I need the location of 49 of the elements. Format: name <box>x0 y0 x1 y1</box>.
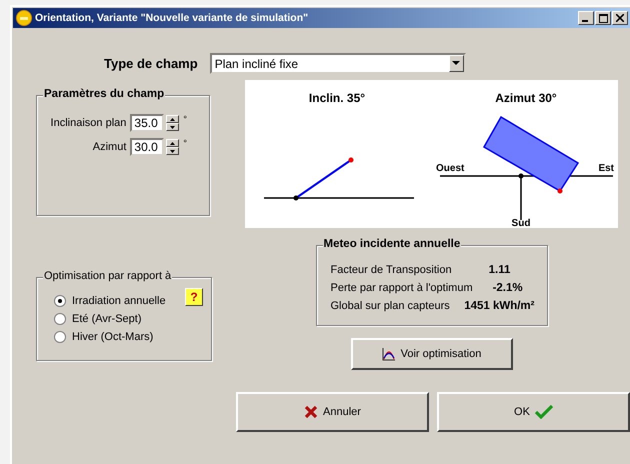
radio-label: Eté (Avr-Sept) <box>72 313 142 325</box>
compass-label: Ouest <box>436 163 464 174</box>
spin-button[interactable] <box>166 139 180 155</box>
field-type-label: Type de champ <box>104 56 198 71</box>
down-arrow-icon <box>170 126 176 128</box>
meteo-label: Global sur plan capteurs <box>330 300 450 312</box>
spin-button[interactable] <box>166 115 180 131</box>
compass-label: Est <box>598 163 614 174</box>
up-arrow-icon <box>170 118 176 120</box>
number-field[interactable]: 30.0 <box>130 138 164 156</box>
window-title: Orientation, Variante "Nouvelle variante de simulation" <box>35 12 310 24</box>
minimize-button[interactable] <box>578 11 594 25</box>
meteo-value: -2.1% <box>492 282 524 294</box>
diagram-title: Azimut 30° <box>495 91 557 105</box>
radio-label: Hiver (Oct-Mars) <box>72 331 154 343</box>
diagram-title: Inclin. 35° <box>308 91 366 105</box>
compass-label: Sud <box>512 218 530 228</box>
help-button[interactable]: ? <box>185 288 203 306</box>
field-label: Azimut <box>92 141 126 153</box>
meteo-label: Perte par rapport à l'optimum <box>330 282 473 294</box>
group-title: Optimisation par rapport à <box>43 270 172 282</box>
view-optimisation-button[interactable]: Voir optimisation <box>350 338 512 370</box>
radio-button[interactable] <box>54 295 66 307</box>
chart-icon <box>382 347 396 361</box>
radio-label: Irradiation annuelle <box>72 295 166 307</box>
checkmark-icon <box>534 405 553 419</box>
meteo-value: 1.11 <box>488 264 512 276</box>
unit-label: ° <box>183 138 187 148</box>
group-title: Paramètres du champ <box>43 88 166 100</box>
radio-button[interactable] <box>54 331 66 343</box>
sun-icon <box>16 10 32 26</box>
cancel-button[interactable]: Annuler <box>236 392 429 432</box>
field-type-dropdown[interactable]: Plan incliné fixe <box>210 53 466 74</box>
ok-button[interactable]: OK <box>437 392 630 432</box>
dropdown-arrow-icon <box>452 61 460 66</box>
maximize-button[interactable] <box>595 11 611 25</box>
up-arrow-icon <box>170 142 176 144</box>
number-field[interactable]: 35.0 <box>130 114 164 132</box>
cross-icon <box>304 405 318 419</box>
meteo-value: 1451 kWh/m² <box>464 300 534 312</box>
maximize-icon <box>598 14 608 22</box>
meteo-label: Facteur de Transposition <box>330 264 452 276</box>
down-arrow-icon <box>170 150 176 152</box>
radio-button[interactable] <box>54 313 66 325</box>
field-label: Inclinaison plan <box>50 117 126 129</box>
close-icon <box>616 14 624 22</box>
unit-label: ° <box>183 114 187 124</box>
group-title: Meteo incidente annuelle <box>322 238 462 250</box>
close-button[interactable] <box>612 11 628 25</box>
